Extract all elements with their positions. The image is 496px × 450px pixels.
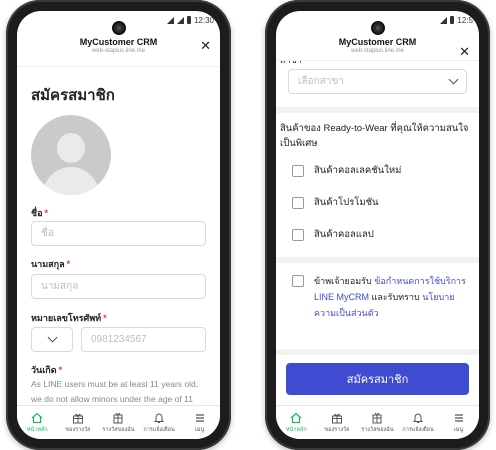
bottom-nav: หน้าหลัก ของรางวัล รางวัลของฉัน การแจ้งเ…: [276, 405, 479, 439]
nav-menu[interactable]: เมนู: [440, 412, 478, 434]
consent-row[interactable]: ข้าพเจ้ายอมรับ ข้อกำหนดการใช้บริการ LINE…: [292, 273, 467, 321]
checkbox[interactable]: [292, 228, 304, 241]
battery-icon: [186, 16, 191, 24]
title-bar: MyCustomer CRM web-staplus.line.me ✕: [17, 33, 220, 67]
nav-home[interactable]: หน้าหลัก: [18, 412, 56, 434]
home-icon: [31, 412, 43, 423]
bell-icon: [153, 412, 165, 423]
close-icon[interactable]: ✕: [459, 45, 470, 58]
close-icon[interactable]: ✕: [200, 39, 211, 52]
status-bar: 12:5: [440, 11, 473, 29]
nav-notifications[interactable]: การแจ้งเตือน: [399, 412, 437, 434]
right-screen: 12:5 MyCustomer CRM web-staplus.line.me …: [276, 11, 479, 439]
left-phone-frame: 12:30 MyCustomer CRM web-staplus.line.me…: [6, 0, 231, 450]
country-code-select[interactable]: [31, 327, 73, 352]
gift-icon: [72, 413, 83, 423]
menu-icon: [454, 413, 463, 422]
signal-icon: [440, 16, 448, 24]
app-subtitle: web-staplus.line.me: [350, 48, 405, 54]
gift-icon: [331, 413, 342, 423]
right-phone-frame: 12:5 MyCustomer CRM web-staplus.line.me …: [265, 0, 490, 450]
submit-button[interactable]: สมัครสมาชิก: [286, 363, 469, 395]
camera-icon: [370, 21, 385, 35]
battery-icon: [450, 16, 455, 24]
checkbox[interactable]: [292, 164, 304, 177]
nav-my-rewards[interactable]: รางวัลของฉัน: [99, 412, 137, 434]
page-title: สมัครสมาชิก: [31, 87, 115, 104]
option-new-collection[interactable]: สินค้าคอลเลคชันใหม่: [292, 163, 465, 178]
bottom-nav: หน้าหลัก ของรางวัล รางวัลของฉัน การแจ้งเ…: [17, 405, 220, 439]
option-collab[interactable]: สินค้าคอลแลป: [292, 227, 465, 242]
birthday-label: วันเกิด *: [31, 365, 63, 375]
app-title: MyCustomer CRM: [79, 37, 158, 47]
section-divider: [276, 349, 479, 355]
phone-input[interactable]: 0981234567: [81, 327, 206, 352]
my-rewards-icon: [372, 412, 382, 423]
home-icon: [290, 412, 302, 423]
left-screen: 12:30 MyCustomer CRM web-staplus.line.me…: [17, 11, 220, 439]
nav-my-rewards[interactable]: รางวัลของฉัน: [358, 412, 396, 434]
branch-select[interactable]: เลือกสาขา: [288, 69, 467, 94]
my-rewards-icon: [113, 412, 123, 423]
avatar[interactable]: [31, 115, 111, 195]
birthday-helper-line-1: As LINE users must be at least 11 years …: [31, 379, 199, 389]
last-name-label: นามสกุล *: [31, 259, 71, 269]
nav-home[interactable]: หน้าหลัก: [277, 412, 315, 434]
status-time: 12:30: [193, 15, 214, 25]
last-name-input[interactable]: นามสกุล: [31, 274, 206, 299]
first-name-label: ชื่อ *: [31, 208, 49, 218]
nav-rewards[interactable]: ของรางวัล: [59, 412, 97, 434]
option-promotion[interactable]: สินค้าโปรโมชัน: [292, 195, 465, 210]
status-bar: 12:30: [166, 11, 214, 29]
menu-icon: [195, 413, 204, 422]
chevron-down-icon: [47, 332, 57, 343]
nav-notifications[interactable]: การแจ้งเตือน: [140, 412, 178, 434]
checkbox[interactable]: [292, 196, 304, 209]
section-divider: [276, 257, 479, 263]
bell-icon: [412, 412, 424, 423]
app-subtitle: web-staplus.line.me: [91, 48, 146, 54]
signal-icon: [176, 16, 184, 24]
camera-icon: [111, 21, 126, 35]
interest-question: สินค้าของ Ready-to-Wear ที่คุณให้ความสนใ…: [280, 123, 469, 149]
chevron-down-icon: [448, 74, 459, 85]
title-bar: MyCustomer CRM web-staplus.line.me ✕: [276, 33, 479, 61]
phone-label: หมายเลขโทรศัพท์ *: [31, 313, 107, 323]
status-time: 12:5: [457, 15, 473, 25]
nav-rewards[interactable]: ของรางวัล: [318, 412, 356, 434]
nav-menu[interactable]: เมนู: [181, 412, 219, 434]
wifi-icon: [166, 16, 174, 24]
first-name-input[interactable]: ชื่อ: [31, 221, 206, 246]
section-divider: [276, 107, 479, 113]
consent-checkbox[interactable]: [292, 275, 304, 287]
app-title: MyCustomer CRM: [338, 37, 417, 47]
